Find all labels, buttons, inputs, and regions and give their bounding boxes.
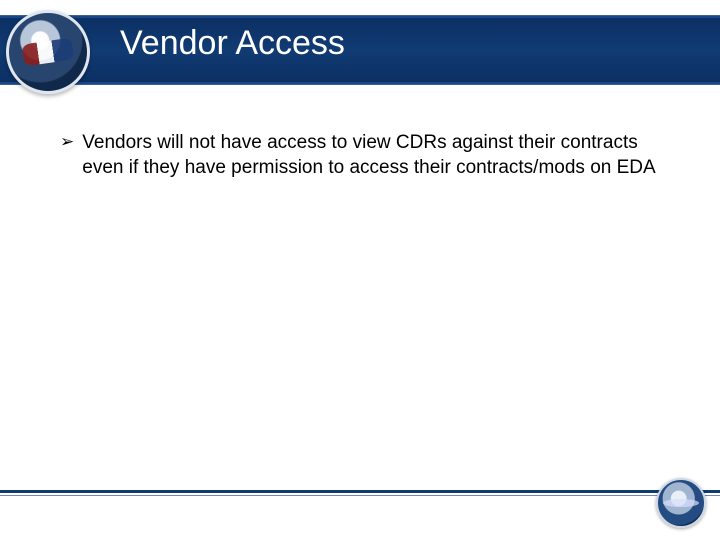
body-content: ➢ Vendors will not have access to view C… <box>60 130 670 180</box>
list-item: ➢ Vendors will not have access to view C… <box>60 130 670 180</box>
bullet-text: Vendors will not have access to view CDR… <box>82 130 670 180</box>
slide: Vendor Access ➢ Vendors will not have ac… <box>0 0 720 540</box>
chevron-right-icon: ➢ <box>60 130 74 154</box>
org-seal-icon <box>6 10 90 94</box>
footer-divider <box>0 490 720 493</box>
crest-wings <box>650 496 712 510</box>
slide-title: Vendor Access <box>120 24 345 63</box>
dod-crest-icon <box>656 478 706 528</box>
title-band <box>0 15 720 85</box>
footer-divider-thin <box>0 495 720 496</box>
